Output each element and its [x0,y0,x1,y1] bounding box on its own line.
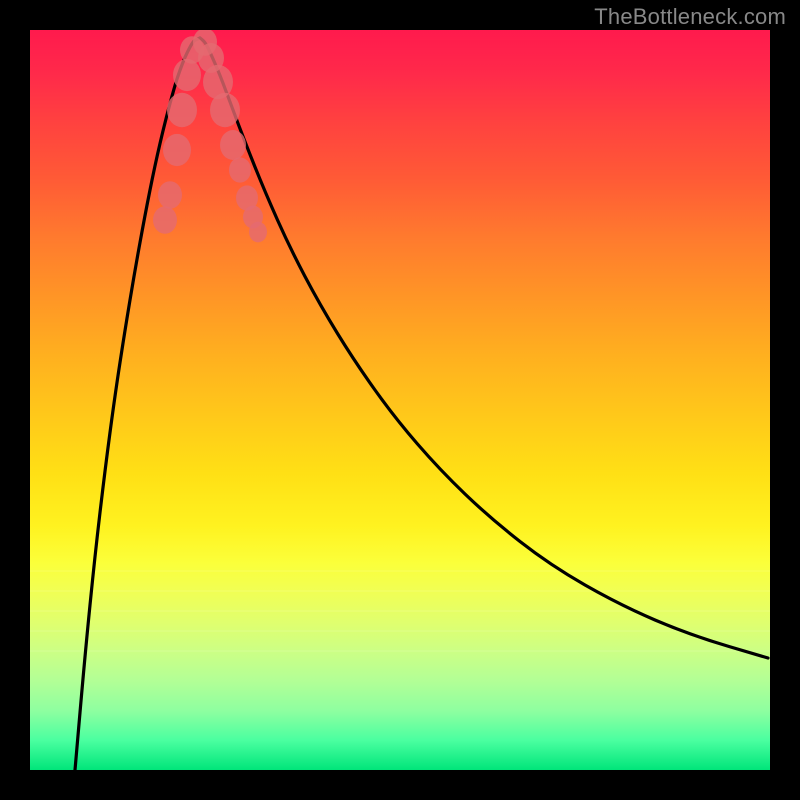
data-bead [249,222,267,243]
plot-area [30,30,770,770]
data-bead [153,206,177,234]
data-bead [167,93,197,128]
beads-group [153,30,267,242]
data-bead [173,59,201,91]
data-bead [158,181,182,209]
data-bead [210,93,240,128]
watermark-text: TheBottleneck.com [594,4,786,30]
data-bead [163,134,191,166]
data-bead [229,157,251,182]
curves-svg [30,30,770,770]
right-curve [200,38,768,658]
chart-frame: TheBottleneck.com [0,0,800,800]
data-bead [220,130,246,160]
